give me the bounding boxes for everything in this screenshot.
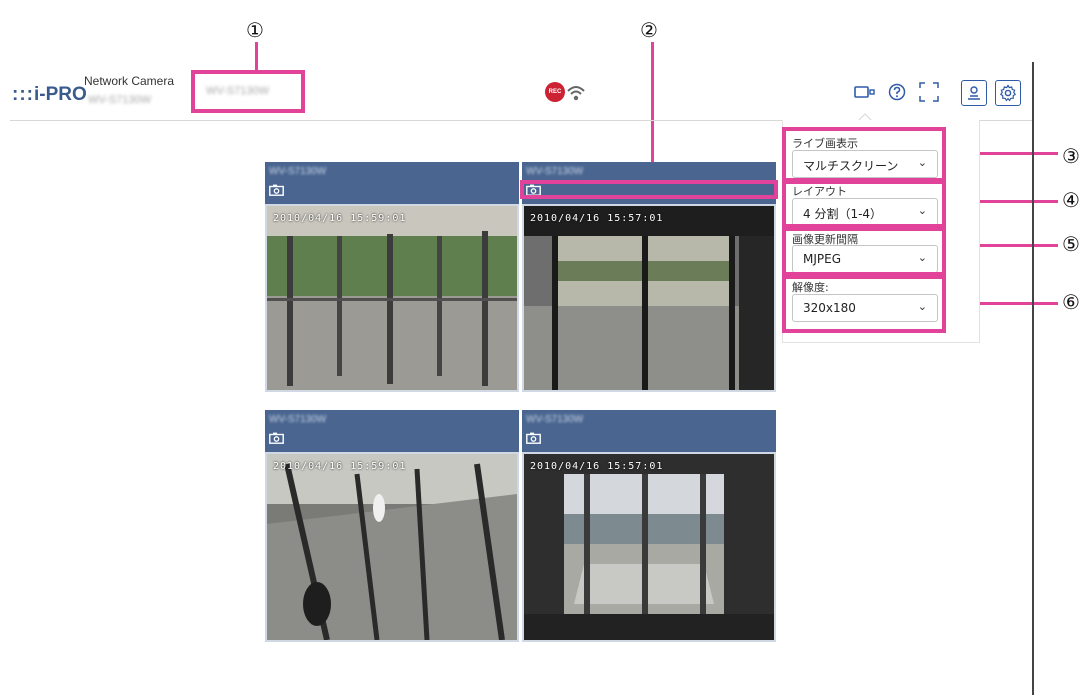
refresh-highlight (782, 227, 946, 276)
camera-tile-4[interactable]: WV-S7130W 2010/04/16 15:57:01 (522, 410, 776, 642)
camera-tile-1[interactable]: WV-S7130W 2010/04/16 15:59:01 (265, 162, 519, 392)
callout-3: ③ (1062, 144, 1080, 168)
callout-4: ④ (1062, 188, 1080, 212)
camera-icon[interactable] (854, 84, 876, 100)
camera-tile-header: WV-S7130W (265, 162, 519, 204)
callout-5: ⑤ (1062, 232, 1080, 256)
snapshot-icon[interactable] (269, 184, 284, 196)
camera-title: WV-S7130W (269, 166, 327, 177)
camera-image[interactable]: 2010/04/16 15:59:01 (265, 204, 519, 392)
window-right-edge (1032, 62, 1034, 695)
user-button[interactable] (961, 80, 987, 106)
camera-image-graphic (524, 206, 774, 390)
help-icon[interactable] (888, 83, 906, 101)
camera-tile-header: WV-S7130W (265, 410, 519, 452)
callout-2-leader (651, 42, 654, 176)
camera-timestamp: 2010/04/16 15:57:01 (530, 213, 664, 224)
wifi-icon (567, 86, 585, 101)
callout-2: ② (640, 18, 658, 42)
camera-image-graphic (267, 454, 517, 640)
logo: :::i-PRO (12, 84, 87, 105)
fullscreen-icon[interactable] (919, 82, 939, 102)
camera-title: WV-S7130W (526, 414, 584, 425)
model-name: WV-S7130W (88, 94, 151, 106)
camera-timestamp: 2010/04/16 15:59:01 (273, 213, 407, 224)
product-line: Network Camera (84, 74, 175, 88)
camera-image[interactable]: 2010/04/16 15:57:01 (522, 452, 776, 642)
layout-highlight (782, 180, 946, 228)
camera-image[interactable]: 2010/04/16 15:59:01 (265, 452, 519, 642)
camera-timestamp: 2010/04/16 15:59:01 (273, 461, 407, 472)
settings-button[interactable] (995, 80, 1021, 106)
rec-icon: REC (545, 82, 565, 102)
camera-timestamp: 2010/04/16 15:57:01 (530, 461, 664, 472)
snapshot-area-highlight (520, 180, 778, 199)
camera-title: WV-S7130W (206, 85, 269, 97)
camera-tile-3[interactable]: WV-S7130W 2010/04/16 15:59:01 (265, 410, 519, 642)
snapshot-icon[interactable] (269, 432, 284, 444)
callout-1: ① (246, 18, 264, 42)
camera-image-graphic (267, 206, 517, 390)
callout-1-leader (255, 42, 258, 70)
camera-tile-header: WV-S7130W (522, 410, 776, 452)
camera-image-graphic (524, 454, 774, 640)
camera-image[interactable]: 2010/04/16 15:57:01 (522, 204, 776, 392)
camera-title: WV-S7130W (526, 166, 584, 177)
resolution-highlight (782, 275, 946, 333)
camera-title: WV-S7130W (269, 414, 327, 425)
live-display-highlight (782, 127, 946, 182)
callout-6: ⑥ (1062, 290, 1080, 314)
snapshot-icon[interactable] (526, 432, 541, 444)
user-icon (968, 86, 980, 100)
gear-icon (999, 84, 1017, 102)
